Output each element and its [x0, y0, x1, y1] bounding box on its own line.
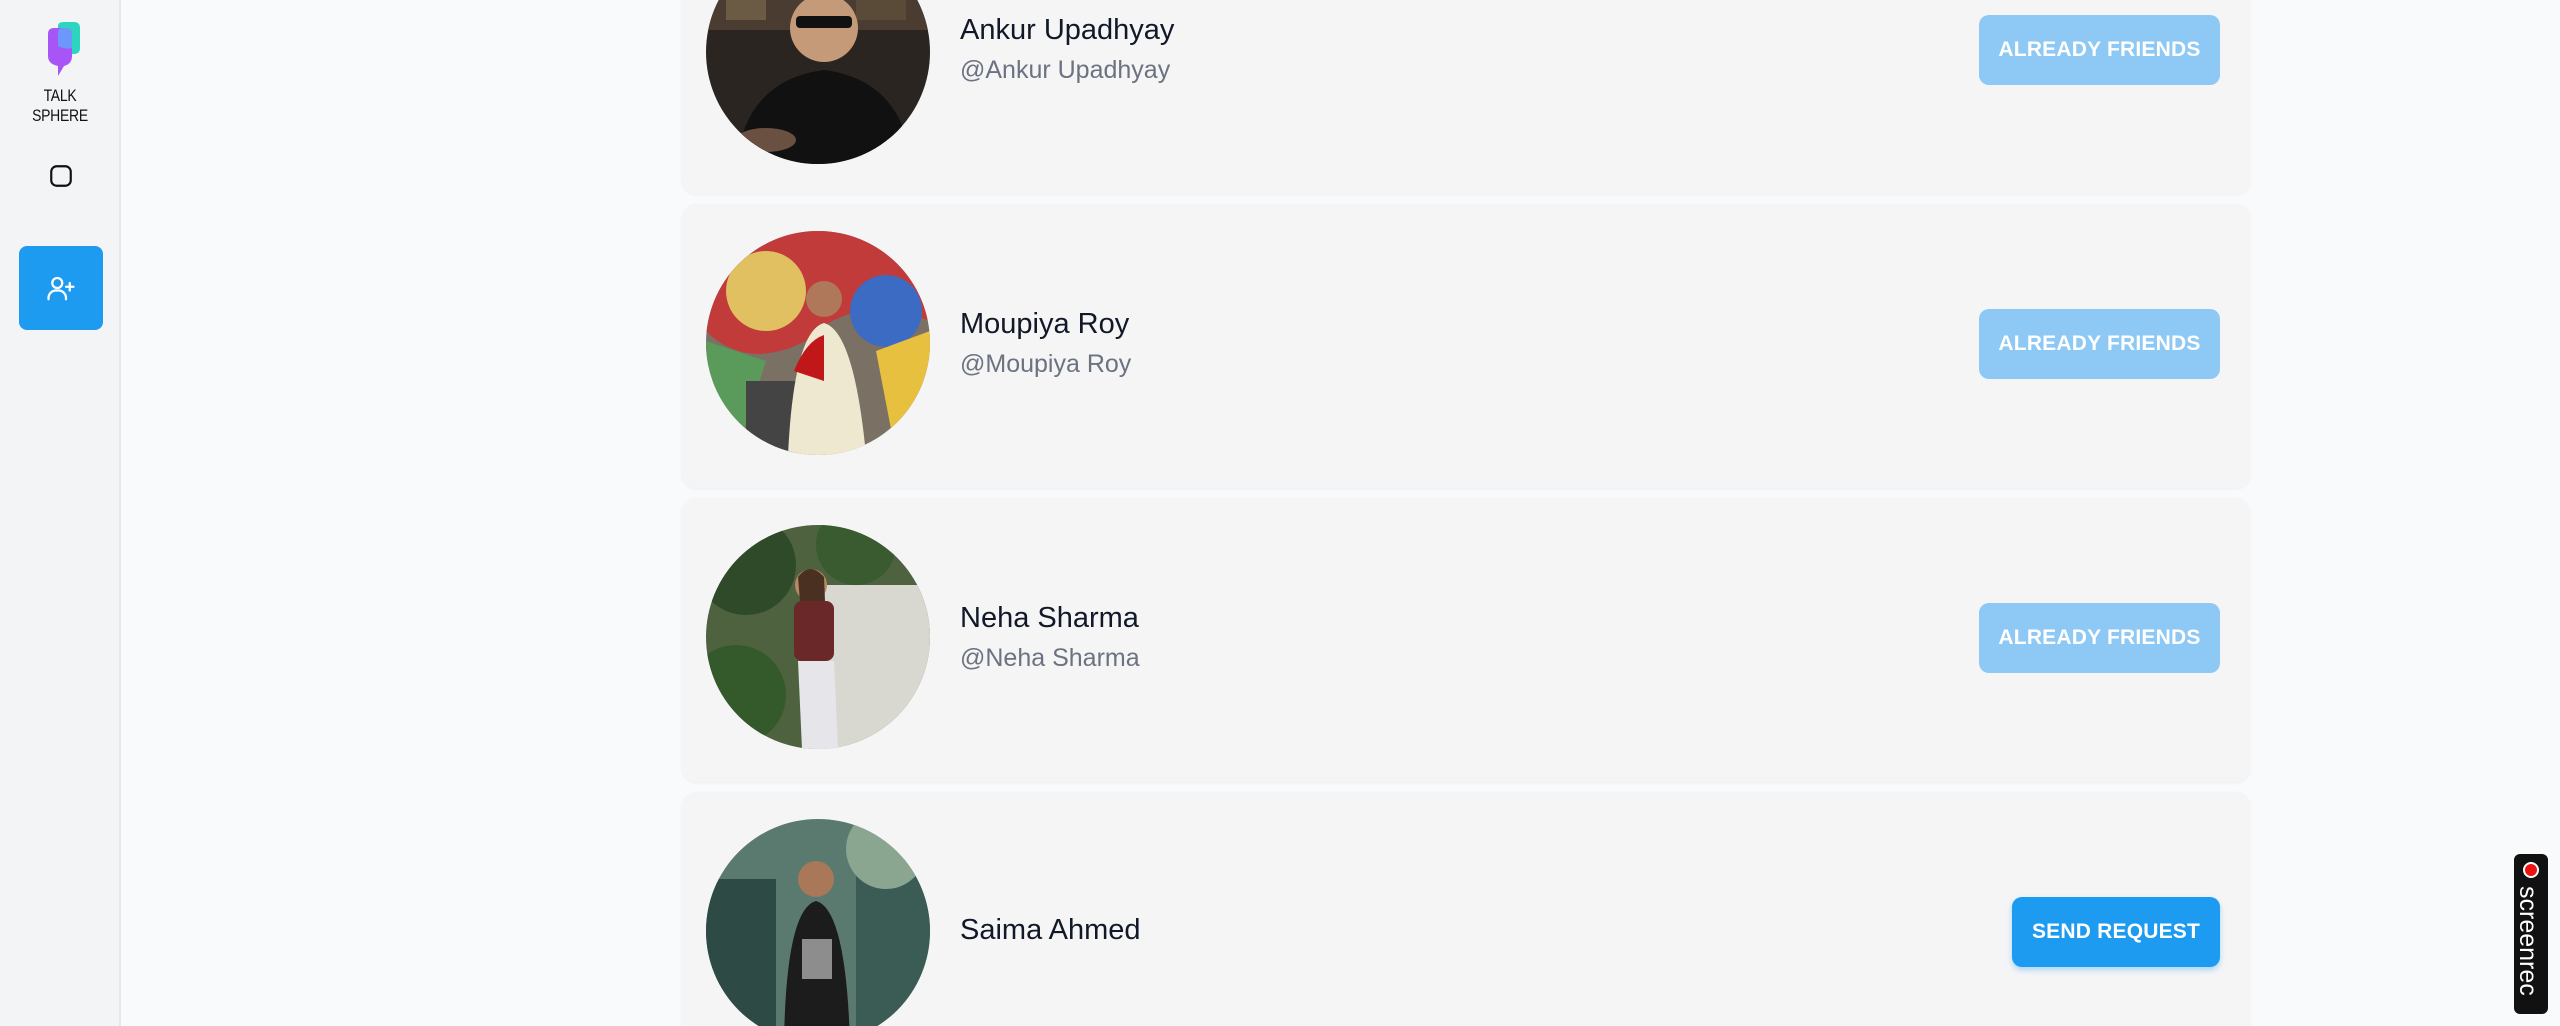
screen-recorder-badge: screenrec	[2514, 854, 2548, 1014]
user-avatar	[706, 819, 930, 1026]
user-card: Saima Ahmed SEND REQUEST	[682, 792, 2250, 1026]
user-card: Ankur Upadhyay @Ankur Upadhyay ALREADY F…	[682, 0, 2250, 194]
send-request-button[interactable]: SEND REQUEST	[2012, 897, 2220, 967]
nav-add-friend-button[interactable]	[19, 246, 103, 330]
user-avatar	[706, 231, 930, 455]
nav-chats-button[interactable]	[19, 146, 103, 206]
already-friends-button[interactable]: ALREADY FRIENDS	[1979, 15, 2220, 85]
user-name: Ankur Upadhyay	[960, 14, 1175, 46]
app-logo: TALK SPHERE	[20, 20, 100, 125]
user-avatar	[706, 525, 930, 749]
already-friends-button[interactable]: ALREADY FRIENDS	[1979, 309, 2220, 379]
record-dot-icon	[2523, 862, 2539, 878]
user-plus-icon	[47, 276, 75, 301]
user-handle: @Ankur Upadhyay	[960, 56, 1171, 84]
chat-bubble-icon	[50, 165, 72, 187]
app-name: TALK SPHERE	[32, 86, 88, 125]
logo-speech-bubbles-icon	[48, 22, 80, 76]
sidebar: TALK SPHERE	[0, 0, 121, 1026]
user-name: Neha Sharma	[960, 602, 1139, 634]
user-name: Saima Ahmed	[960, 914, 1141, 946]
user-avatar	[706, 0, 930, 164]
user-name: Moupiya Roy	[960, 308, 1130, 340]
user-card: Moupiya Roy @Moupiya Roy ALREADY FRIENDS	[682, 204, 2250, 488]
already-friends-button[interactable]: ALREADY FRIENDS	[1979, 603, 2220, 673]
recorder-label: screenrec	[2514, 886, 2542, 996]
user-handle: @Neha Sharma	[960, 644, 1140, 672]
main-content: Ankur Upadhyay @Ankur Upadhyay ALREADY F…	[122, 0, 2560, 1026]
user-handle: @Moupiya Roy	[960, 350, 1132, 378]
user-card: Neha Sharma @Neha Sharma ALREADY FRIENDS	[682, 498, 2250, 782]
